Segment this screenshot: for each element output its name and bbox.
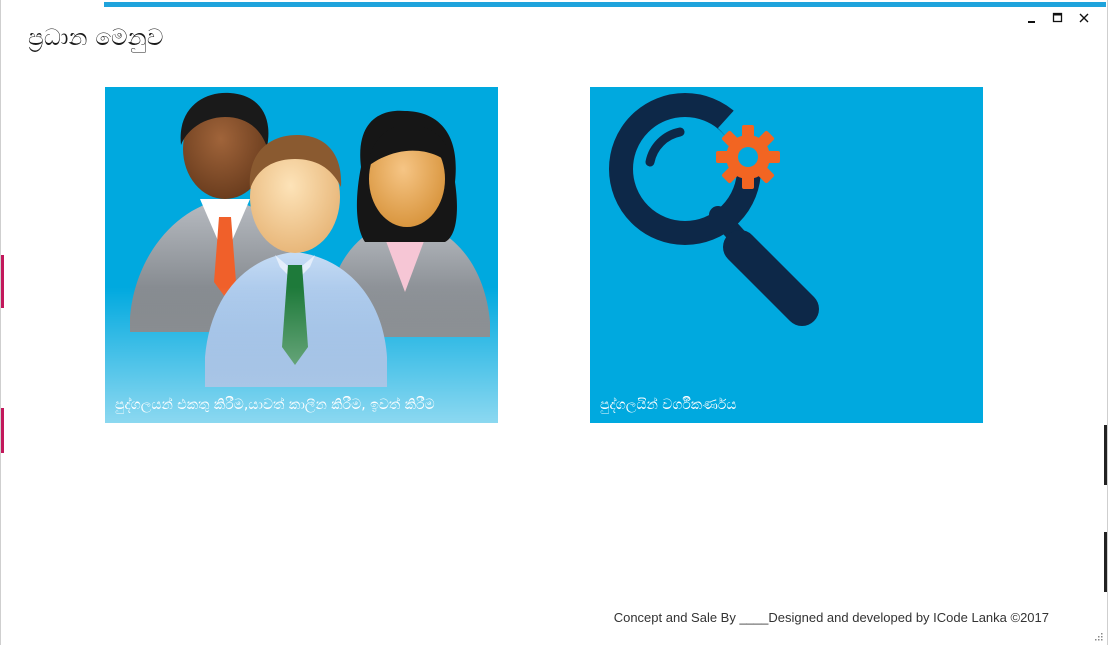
manage-people-tile[interactable]: පුද්ගලයන් එකතු කිරීම,යාවත් කාලීන කිරීම, … [105, 87, 498, 423]
maximize-button[interactable] [1047, 9, 1069, 27]
left-accent-stripe [1, 255, 4, 308]
tile-label: පුද්ගලයන් එකතු කිරීම,යාවත් කාලීන කිරීම, … [115, 397, 435, 413]
footer-credit: Concept and Sale By ____Designed and dev… [613, 610, 1049, 625]
minimize-button[interactable] [1021, 9, 1043, 27]
tile-label: පුද්ගලයින් වර්ගීකර්ණය [600, 397, 737, 413]
main-menu-window: ප්‍රධාන මෙනුව [0, 0, 1108, 645]
right-edge-shadow [1104, 532, 1107, 592]
classify-people-tile[interactable]: පුද්ගලයින් වර්ගීකර්ණය [590, 87, 983, 423]
page-title: ප්‍රධාන මෙනුව [28, 25, 164, 51]
close-icon [1079, 13, 1089, 23]
resize-grip-icon[interactable] [1093, 631, 1103, 641]
people-group-icon [105, 92, 498, 423]
maximize-icon [1052, 12, 1063, 23]
title-accent-bar [104, 2, 1106, 7]
right-edge-shadow [1104, 425, 1107, 485]
left-accent-stripe [1, 408, 4, 453]
search-gear-icon [609, 93, 819, 326]
window-controls [1021, 9, 1095, 27]
close-button[interactable] [1073, 9, 1095, 27]
minimize-icon [1028, 21, 1035, 23]
